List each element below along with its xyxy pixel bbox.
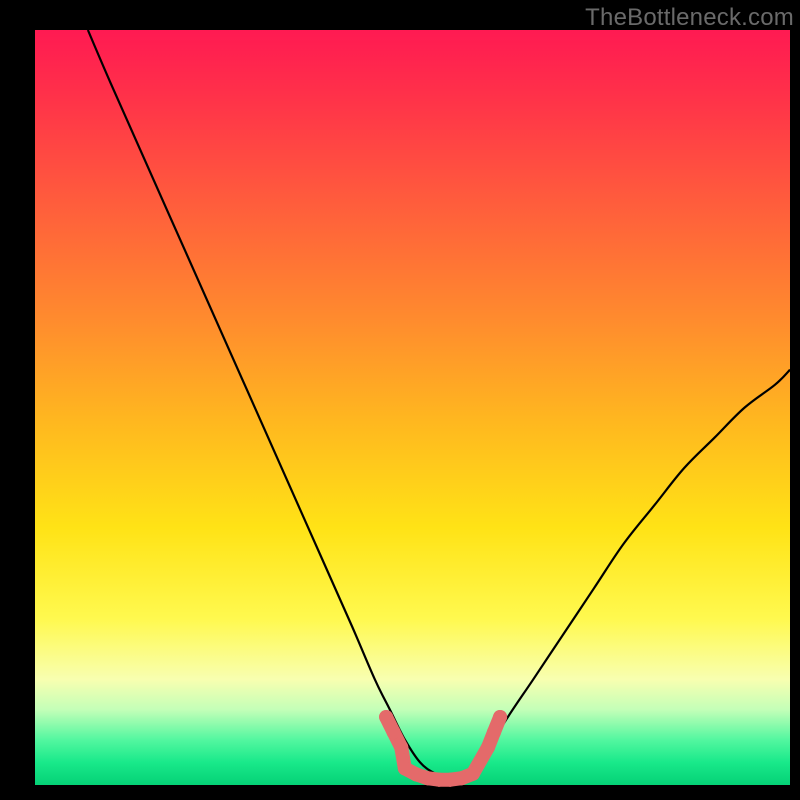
curve-marker xyxy=(493,710,507,724)
plot-area xyxy=(35,30,790,785)
curve-marker xyxy=(379,710,393,724)
curve-marker xyxy=(481,740,495,754)
chart-frame: TheBottleneck.com xyxy=(0,0,800,800)
curve-marker xyxy=(487,725,501,739)
curve-marker xyxy=(394,740,408,754)
bottleneck-curve xyxy=(88,30,790,780)
bottleneck-curve-svg xyxy=(35,30,790,785)
curve-marker xyxy=(387,725,401,739)
curve-markers xyxy=(379,710,507,787)
curve-marker xyxy=(466,767,480,781)
watermark-text: TheBottleneck.com xyxy=(585,4,794,32)
